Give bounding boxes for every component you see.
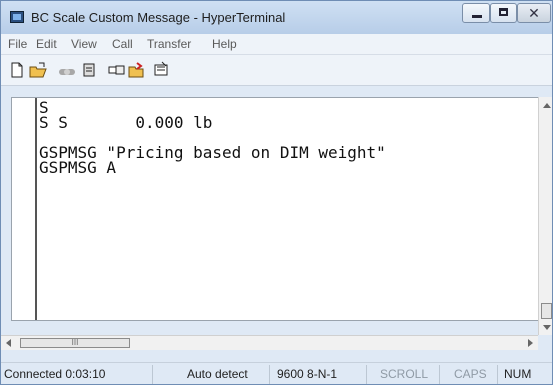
open-icon[interactable] [29,61,47,79]
close-icon: ✕ [528,5,540,21]
menu-transfer[interactable]: Transfer [147,37,191,51]
terminal-output[interactable]: S S S 0.000 lb GSPMSG "Pricing based on … [39,100,519,317]
dial-icon[interactable] [81,61,99,79]
scroll-up-icon[interactable] [543,103,551,108]
maximize-button[interactable] [490,3,517,23]
status-scroll: SCROLL [380,367,429,381]
title-bar[interactable]: BC Scale Custom Message - HyperTerminal … [1,1,552,34]
menu-call[interactable]: Call [112,37,133,51]
minimize-button[interactable] [462,3,490,23]
menu-help[interactable]: Help [212,37,237,51]
terminal-left-border [35,98,37,320]
maximize-icon [499,8,508,16]
status-bar: Connected 0:03:10 Auto detect 9600 8-N-1… [1,362,552,384]
horizontal-scrollbar[interactable]: III [1,335,538,350]
hyperterminal-window: BC Scale Custom Message - HyperTerminal … [0,0,553,385]
terminal-area[interactable]: S S S 0.000 lb GSPMSG "Pricing based on … [11,97,542,321]
receive-icon[interactable] [127,61,145,79]
scroll-right-icon[interactable] [528,339,533,347]
status-connected: Connected 0:03:10 [4,367,106,381]
horizontal-scroll-thumb[interactable]: III [20,338,130,348]
status-num: NUM [504,367,532,381]
toolbar [1,55,552,86]
status-separator [269,365,270,384]
status-separator [152,365,153,384]
menu-bar: File Edit View Call Transfer Help [1,34,552,55]
minimize-icon [472,15,482,18]
new-icon[interactable] [8,61,26,79]
scroll-left-icon[interactable] [6,339,11,347]
vertical-scroll-thumb[interactable] [541,303,552,319]
status-separator [439,365,440,384]
menu-view[interactable]: View [71,37,97,51]
disconnect-icon[interactable] [58,61,76,79]
status-caps: CAPS [454,367,487,381]
menu-file[interactable]: File [8,37,27,51]
status-settings: 9600 8-N-1 [277,367,338,381]
properties-icon[interactable] [152,61,170,79]
menu-edit[interactable]: Edit [36,37,57,51]
scroll-down-icon[interactable] [543,325,551,330]
status-separator [497,365,498,384]
status-detect: Auto detect [187,367,248,381]
window-title: BC Scale Custom Message - HyperTerminal [31,10,286,25]
send-icon[interactable] [107,61,125,79]
status-separator [366,365,367,384]
vertical-scrollbar[interactable] [538,97,552,335]
app-icon [10,11,24,23]
close-button[interactable]: ✕ [517,3,551,23]
